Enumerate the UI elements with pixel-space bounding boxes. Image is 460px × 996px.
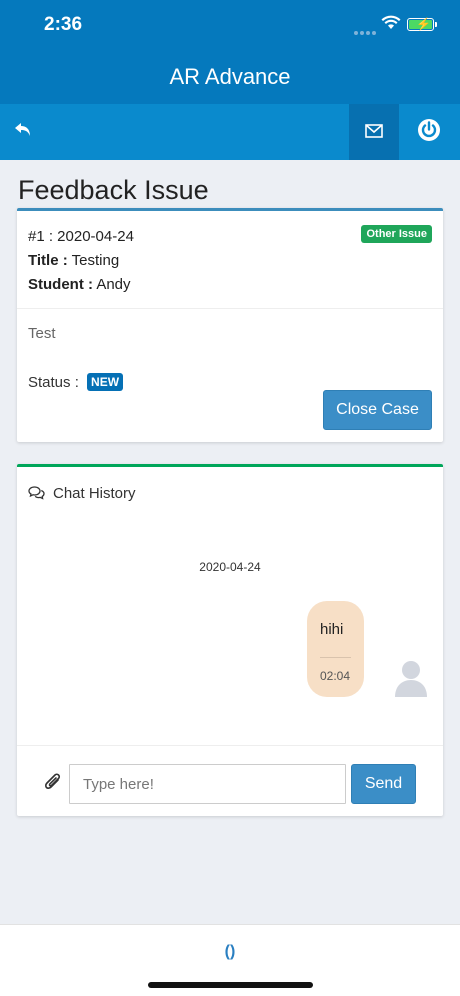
chat-input-bar: Send — [17, 745, 443, 819]
message-text: hihi — [320, 621, 344, 638]
page-title: Feedback Issue — [18, 175, 209, 205]
category-badge: Other Issue — [361, 225, 432, 243]
issue-description: Test — [28, 325, 56, 342]
logout-button[interactable] — [399, 104, 460, 160]
chat-header-label: Chat History — [53, 485, 136, 502]
app-title: AR Advance — [169, 64, 291, 89]
avatar — [395, 661, 427, 697]
issue-student-row: Student : Andy — [28, 276, 131, 293]
chat-header: Chat History — [28, 485, 136, 502]
paperclip-icon[interactable] — [42, 770, 62, 792]
issue-header: #1 : 2020-04-24 Other Issue Title : Test… — [17, 211, 443, 309]
title-label: Title : — [28, 252, 68, 269]
status-time: 2:36 — [44, 14, 83, 35]
send-button[interactable]: Send — [351, 764, 416, 804]
status-label: Status : — [28, 374, 79, 391]
issue-card: #1 : 2020-04-24 Other Issue Title : Test… — [17, 208, 443, 442]
bottom-bar: () — [0, 924, 460, 996]
status-row: Status : NEW — [28, 373, 124, 391]
close-case-button[interactable]: Close Case — [323, 390, 432, 430]
comments-icon — [28, 486, 45, 500]
back-button[interactable] — [14, 120, 36, 142]
mail-button[interactable] — [349, 104, 399, 160]
loading-indicator: () — [224, 943, 236, 960]
student-label: Student : — [28, 276, 93, 293]
home-indicator[interactable] — [148, 982, 313, 988]
envelope-icon — [365, 124, 383, 138]
status-badge: NEW — [87, 373, 124, 391]
title-value: Testing — [67, 252, 120, 269]
message-bubble: hihi 02:04 — [307, 601, 364, 697]
issue-id-date: #1 : 2020-04-24 — [28, 228, 134, 245]
status-bar: 2:36 ⚡ — [0, 0, 460, 50]
reply-icon — [15, 123, 30, 136]
battery-icon: ⚡ — [407, 17, 437, 31]
signal-icon — [354, 22, 378, 40]
chat-message-input[interactable] — [69, 764, 346, 804]
chat-date: 2020-04-24 — [199, 560, 261, 574]
app-header: AR Advance — [0, 50, 460, 104]
wifi-icon — [381, 15, 401, 29]
message-time: 02:04 — [320, 669, 351, 683]
student-value: Andy — [93, 276, 131, 293]
power-icon — [418, 119, 440, 141]
chat-card: Chat History 2020-04-24 hihi 02:04 Send — [17, 464, 443, 816]
issue-title-row: Title : Testing — [28, 252, 119, 269]
message-divider — [320, 657, 351, 658]
toolbar — [0, 104, 460, 160]
